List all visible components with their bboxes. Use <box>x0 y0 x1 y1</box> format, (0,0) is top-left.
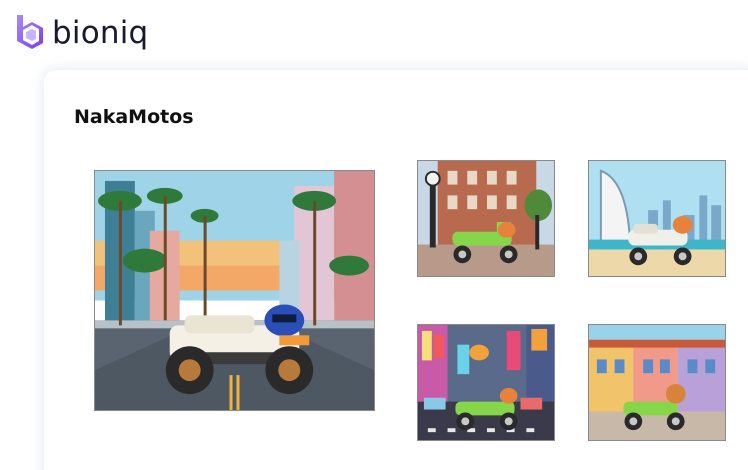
top-header: bioniq <box>0 0 748 70</box>
street-motorcycle-art <box>95 171 374 410</box>
bioniq-logo-icon <box>17 15 43 49</box>
collection-title: NakaMotos <box>74 106 194 128</box>
nft-thumbnail[interactable] <box>588 160 726 277</box>
brand-name: bioniq <box>52 15 149 51</box>
brick-street-scooter-art <box>418 161 554 276</box>
nft-thumbnail[interactable] <box>417 160 555 277</box>
bioniq-logo[interactable]: bioniq <box>14 10 148 56</box>
shophouse-scooter-art <box>589 325 725 440</box>
featured-nft-image[interactable] <box>94 170 375 411</box>
nft-thumbnail[interactable] <box>588 324 726 441</box>
nft-thumbnail[interactable] <box>417 324 555 441</box>
beach-tower-scooter-art <box>589 161 725 276</box>
neon-street-scooter-art <box>418 325 554 440</box>
